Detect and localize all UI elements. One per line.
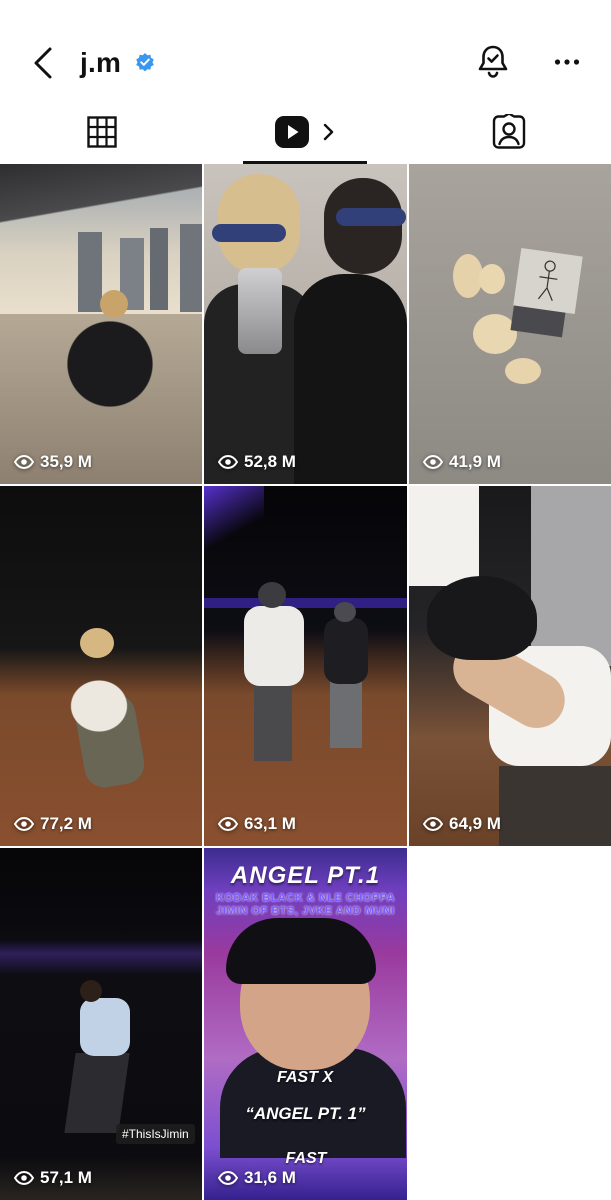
reel-thumbnail[interactable]: ANGEL PT.1 KODAK BLACK & NLE CHOPPA JIMI…	[204, 848, 407, 1200]
reel-thumbnail[interactable]: 64,9 M	[409, 486, 611, 846]
profile-tabs	[0, 100, 611, 164]
reels-grid: 35,9 M 52,8 M 41,9 M 77,2 M 63,1 M 64,9 …	[0, 164, 611, 1200]
eye-icon	[14, 817, 34, 831]
reel-thumbnail[interactable]: 41,9 M	[409, 164, 611, 484]
poster-logo-bottom: FAST	[285, 1150, 327, 1167]
thumbnail-person	[330, 678, 362, 748]
notification-bell-button[interactable]	[474, 43, 512, 81]
view-count: 64,9 M	[423, 814, 501, 834]
thumbnail-neon-light	[204, 598, 407, 608]
view-count: 41,9 M	[423, 452, 501, 472]
tagged-icon	[492, 114, 526, 149]
view-count-text: 52,8 M	[244, 452, 296, 471]
back-icon	[34, 47, 52, 79]
thumbnail-phone	[238, 268, 282, 354]
grid-icon	[87, 116, 117, 148]
reel-thumbnail[interactable]: 35,9 M	[0, 164, 202, 484]
view-count: 63,1 M	[218, 814, 296, 834]
stick-figure-icon	[537, 260, 558, 302]
poster-title: ANGEL PT.1	[230, 862, 381, 889]
thumbnail-goggles	[212, 224, 286, 242]
view-count-text: 41,9 M	[449, 452, 501, 471]
thumbnail-person	[64, 1053, 130, 1133]
thumbnail-light-spot	[473, 314, 517, 354]
hashtag-overlay: #ThisIsJimin	[116, 1124, 195, 1144]
thumbnail-light-spot	[479, 264, 505, 294]
thumbnail-person	[324, 618, 368, 684]
thumbnail-person	[254, 681, 292, 761]
thumbnail-person-head	[334, 602, 356, 622]
view-count-text: 57,1 M	[40, 1168, 92, 1187]
view-count: 57,1 M	[14, 1168, 92, 1188]
thumbnail-person-head	[258, 582, 286, 608]
profile-username: j.m	[80, 47, 122, 78]
more-options-button[interactable]	[550, 43, 584, 81]
thumbnail-person	[499, 766, 611, 846]
thumbnail-person	[244, 606, 304, 686]
thumbnail-person-head	[80, 628, 114, 658]
reel-thumbnail[interactable]: 63,1 M	[204, 486, 407, 846]
eye-icon	[14, 1171, 34, 1185]
tab-tagged[interactable]	[407, 100, 611, 164]
eye-icon	[423, 817, 443, 831]
thumbnail-person-head	[100, 290, 128, 318]
view-count: 52,8 M	[218, 452, 296, 472]
reel-thumbnail[interactable]: 52,8 M	[204, 164, 407, 484]
thumbnail-person-hair	[226, 918, 376, 984]
view-count-text: 64,9 M	[449, 814, 501, 833]
thumbnail-person	[294, 274, 407, 484]
thumbnail-neon-light	[204, 486, 264, 616]
reel-thumbnail[interactable]: 77,2 M	[0, 486, 202, 846]
thumbnail-person-head	[324, 178, 402, 274]
eye-icon	[218, 1171, 238, 1185]
thumbnail-bucket-hat	[427, 576, 537, 660]
notification-bell-icon	[478, 45, 508, 78]
view-count: 77,2 M	[14, 814, 92, 834]
thumbnail-drawing-card	[513, 247, 583, 315]
view-count-text: 31,6 M	[244, 1168, 296, 1187]
thumbnail-building	[180, 224, 202, 312]
thumbnail-person	[409, 486, 479, 586]
eye-icon	[218, 817, 238, 831]
thumbnail-goggles	[336, 208, 406, 226]
eye-icon	[14, 455, 34, 469]
poster-subtitle: “ANGEL PT. 1”	[245, 1104, 366, 1123]
thumbnail-roof	[0, 164, 202, 224]
eye-icon	[423, 455, 443, 469]
thumbnail-person	[44, 646, 154, 766]
view-count: 35,9 M	[14, 452, 92, 472]
view-count-text: 77,2 M	[40, 814, 92, 833]
back-button[interactable]	[28, 44, 58, 82]
more-icon	[554, 59, 580, 65]
thumbnail-person	[80, 998, 130, 1056]
view-count-text: 63,1 M	[244, 814, 296, 833]
tab-grid[interactable]	[0, 100, 204, 164]
profile-header: j.m	[0, 0, 611, 100]
reel-thumbnail[interactable]: #ThisIsJimin 57,1 M	[0, 848, 202, 1200]
view-count: 31,6 M	[218, 1168, 296, 1188]
thumbnail-person-head	[80, 980, 102, 1002]
chevron-right-icon	[323, 123, 334, 141]
reels-icon	[275, 116, 309, 148]
tab-reels[interactable]	[243, 100, 367, 164]
eye-icon	[218, 455, 238, 469]
view-count-text: 35,9 M	[40, 452, 92, 471]
thumbnail-light-spot	[505, 358, 541, 384]
verified-badge-icon	[135, 52, 155, 72]
thumbnail-person	[531, 486, 611, 666]
